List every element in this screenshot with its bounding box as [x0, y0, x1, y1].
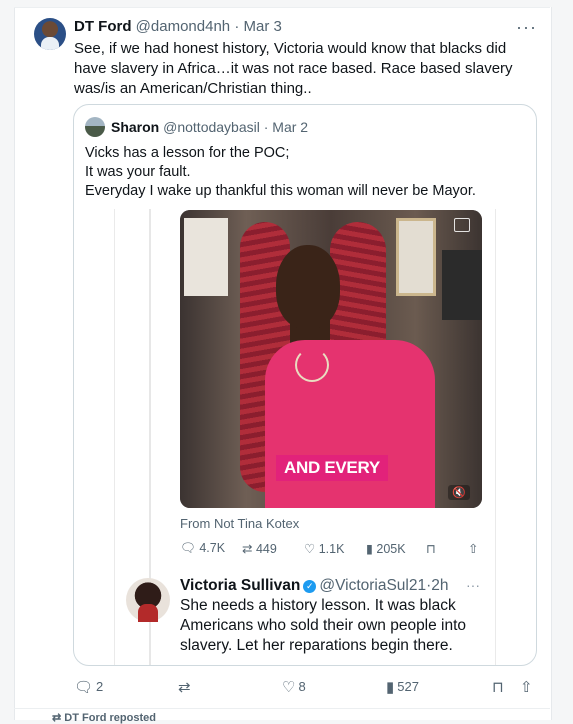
video-caption: AND EVERY	[276, 455, 388, 481]
quote-author-handle: @nottodaybasil	[163, 119, 260, 135]
quote-text: Vicks has a lesson for the POC; It was y…	[85, 144, 525, 201]
wall-art	[442, 250, 482, 320]
verified-icon: ✓	[303, 580, 317, 593]
tweet-date[interactable]: Mar 3	[243, 18, 281, 35]
embedded-like-count: 1.1K	[318, 542, 345, 556]
video-figure-head	[276, 245, 340, 329]
author-avatar[interactable]	[34, 18, 66, 50]
heart-icon: ♡	[282, 679, 296, 696]
quote-separator: ·	[263, 119, 269, 135]
reply-more-icon: ···	[466, 577, 480, 593]
reply-author-handle: @VictoriaSul21	[319, 577, 427, 594]
header-separator: ·	[234, 18, 240, 35]
repost-text: DT Ford reposted	[64, 712, 156, 724]
quote-author-avatar	[85, 117, 105, 137]
quote-line: Vicks has a lesson for the POC;	[85, 145, 290, 161]
reply-author-name: Victoria Sullivan	[180, 577, 301, 594]
like-button[interactable]: ♡ 8	[282, 678, 306, 696]
video-figure-necklace	[295, 348, 329, 382]
retweet-icon: ⇄	[178, 679, 191, 696]
reply-button[interactable]: 🗨 2	[74, 678, 103, 696]
embedded-view-count: 205K	[376, 542, 406, 556]
video-figure-top	[265, 340, 435, 508]
wall-art	[184, 218, 228, 296]
wall-art	[396, 218, 436, 296]
quote-line: Everyday I wake up thankful this woman w…	[85, 183, 476, 199]
share-icon: ⇧	[468, 542, 479, 556]
repost-indicator: ⇄ DT Ford reposted	[52, 711, 156, 724]
reply-author-avatar	[126, 578, 170, 622]
top-divider	[14, 7, 550, 8]
quote-line: It was your fault.	[85, 164, 191, 180]
reply-count: 2	[96, 679, 104, 694]
embedded-reply-count: 4.7K	[199, 541, 226, 555]
bookmark-icon: ⊓	[492, 679, 504, 696]
embedded-retweet: ⇄ 449	[242, 541, 277, 556]
more-options-icon[interactable]: ···	[516, 17, 537, 38]
reply-icon: 🗨	[180, 541, 196, 555]
embedded-like: ♡ 1.1K	[304, 541, 344, 556]
analytics-icon: ▮	[366, 542, 373, 556]
author-handle[interactable]: @damond4nh	[136, 18, 230, 35]
reply-icon: 🗨	[74, 679, 94, 696]
embedded-retweet-count: 449	[255, 542, 277, 556]
reply-header: Victoria Sullivan ✓ @VictoriaSul21·2h	[180, 577, 449, 595]
reply-text: She needs a history lesson. It was black…	[180, 597, 467, 654]
views-button[interactable]: ▮ 527	[386, 678, 419, 696]
quoted-tweet[interactable]: Sharon @nottodaybasil · Mar 2 Vicks has …	[73, 104, 537, 666]
reply-time: 2h	[431, 577, 449, 594]
share-icon: ⇧	[520, 679, 533, 696]
author-name[interactable]: DT Ford	[74, 18, 132, 35]
mute-icon[interactable]: 🔇	[448, 485, 470, 500]
quote-header: Sharon @nottodaybasil · Mar 2	[111, 119, 308, 135]
like-count: 8	[298, 679, 306, 694]
heart-icon: ♡	[304, 542, 316, 556]
picture-in-picture-icon[interactable]	[454, 218, 470, 232]
retweet-icon: ⇄	[52, 712, 62, 724]
share-button[interactable]: ⇧	[520, 678, 536, 696]
quote-author-name: Sharon	[111, 119, 160, 135]
video-source: From Not Tina Kotex	[180, 516, 300, 531]
embedded-action-bar: 🗨 4.7K ⇄ 449 ♡ 1.1K ▮ 205K ⊓ ⇧	[180, 541, 482, 559]
quote-date: Mar 2	[272, 119, 309, 135]
bookmark-icon: ⊓	[426, 542, 436, 556]
tweet-text: See, if we had honest history, Victoria …	[74, 40, 513, 97]
retweet-icon: ⇄	[242, 542, 253, 556]
view-count: 527	[397, 679, 419, 694]
tweet-header: DT Ford @damond4nh · Mar 3	[74, 18, 282, 35]
retweet-button[interactable]: ⇄	[178, 678, 194, 696]
tweet-action-bar: 🗨 2 ⇄ ♡ 8 ▮ 527 ⊓ ⇧	[74, 678, 540, 698]
embedded-views: ▮ 205K	[366, 541, 406, 556]
video-player[interactable]: AND EVERY 🔇	[180, 210, 482, 508]
bookmark-button[interactable]: ⊓	[492, 678, 507, 696]
analytics-icon: ▮	[386, 679, 395, 696]
bottom-divider	[14, 708, 550, 709]
embedded-reply: 🗨 4.7K	[180, 541, 225, 556]
